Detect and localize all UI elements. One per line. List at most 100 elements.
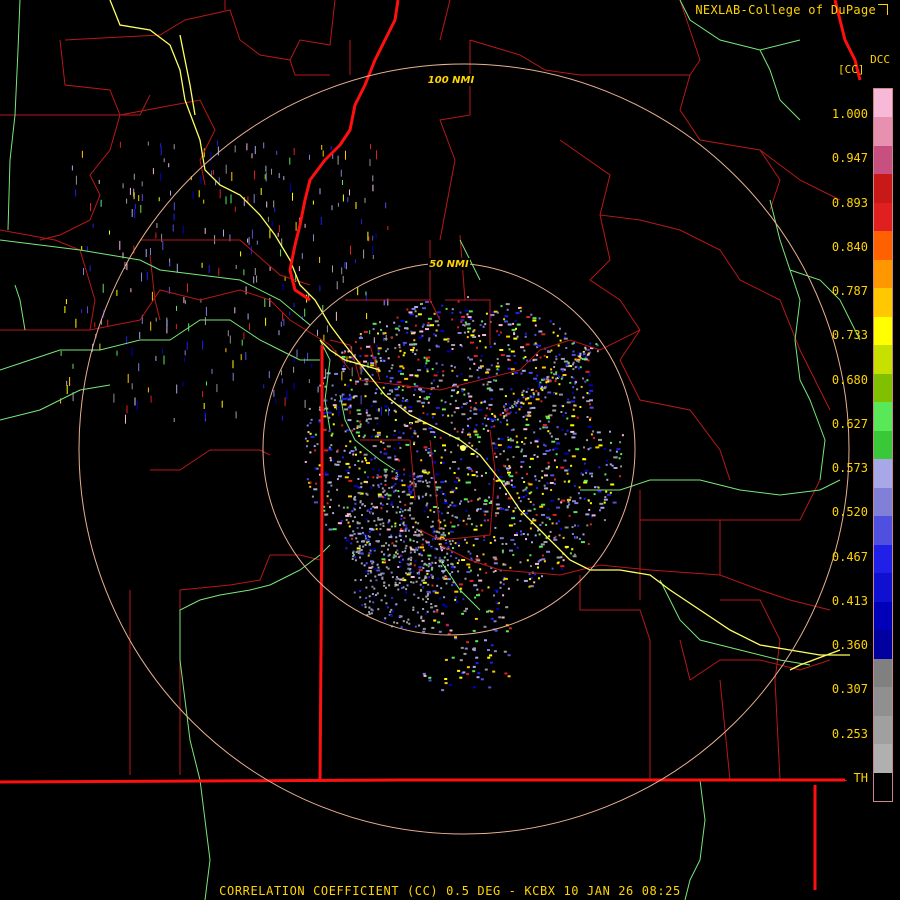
radar-echo-pixel [212, 169, 214, 175]
radar-echo-pixel [357, 532, 362, 535]
radar-echo-pixel [98, 179, 100, 184]
radar-echo-pixel [349, 379, 352, 382]
radar-echo-pixel [582, 354, 585, 357]
radar-echo-pixel [489, 661, 493, 664]
radar-echo-pixel [495, 514, 497, 517]
radar-echo-pixel [529, 565, 532, 568]
radar-echo-pixel [379, 528, 382, 530]
color-scale-tick-label: 0.787 [831, 284, 868, 299]
radar-echo-pixel [490, 426, 493, 429]
radar-echo-pixel [389, 377, 394, 380]
radar-echo-pixel [473, 362, 476, 365]
radar-echo-pixel [510, 539, 515, 541]
radar-echo-pixel [518, 496, 521, 499]
radar-echo-pixel [325, 368, 327, 378]
radar-echo-pixel [330, 484, 333, 487]
radar-echo-pixel [425, 328, 429, 331]
radar-echo-pixel [357, 413, 362, 415]
radar-echo-pixel [398, 532, 401, 535]
radar-echo-pixel [354, 502, 357, 505]
radar-echo-pixel [375, 579, 378, 582]
radar-echo-pixel [363, 453, 368, 456]
radar-echo-pixel [512, 392, 515, 395]
radar-echo-pixel [198, 190, 200, 198]
radar-echo-pixel [361, 460, 364, 463]
radar-echo-pixel [372, 445, 377, 448]
radar-echo-pixel [163, 158, 165, 163]
radar-echo-pixel [405, 443, 410, 446]
radar-echo-pixel [442, 527, 445, 530]
radar-echo-pixel [405, 591, 408, 594]
radar-echo-pixel [457, 669, 461, 672]
radar-echo-pixel [463, 331, 466, 334]
radar-echo-pixel [472, 665, 476, 668]
radar-echo-pixel [414, 374, 419, 377]
radar-echo-pixel [400, 626, 403, 629]
radar-echo-pixel [521, 477, 524, 479]
radar-echo-pixel [556, 506, 561, 509]
radar-echo-pixel [382, 491, 385, 494]
radar-echo-pixel [508, 627, 512, 630]
radar-echo-pixel [409, 568, 412, 570]
radar-echo-pixel [468, 468, 473, 471]
radar-echo-pixel [443, 519, 446, 522]
radar-echo-pixel [469, 579, 474, 582]
radar-echo-pixel [314, 449, 317, 452]
radar-echo-pixel [525, 343, 530, 346]
radar-echo-pixel [505, 414, 508, 417]
color-scale-tick-label: 0.573 [831, 461, 868, 476]
radar-echo-pixel [394, 581, 397, 584]
radar-echo-pixel [399, 565, 402, 568]
radar-echo-pixel [589, 523, 592, 526]
radar-echo-pixel [404, 406, 407, 409]
radar-echo-pixel [457, 300, 460, 303]
radar-echo-pixel [521, 448, 524, 451]
radar-echo-pixel [414, 310, 417, 313]
radar-echo-pixel [404, 377, 409, 380]
radar-echo-pixel [394, 522, 397, 525]
radar-echo-pixel [571, 415, 576, 418]
radar-echo-pixel [509, 359, 512, 362]
radar-echo-pixel [417, 495, 420, 498]
radar-echo-pixel [368, 530, 371, 533]
radar-echo-pixel [387, 456, 392, 459]
radar-echo-pixel [306, 445, 308, 448]
radar-echo-pixel [396, 506, 399, 509]
radar-echo-pixel [515, 532, 518, 535]
radar-echo-pixel [309, 481, 312, 484]
radar-echo-pixel [458, 519, 461, 522]
radar-echo-pixel [448, 683, 452, 686]
radar-echo-pixel [395, 603, 398, 606]
radar-echo-pixel [533, 377, 538, 380]
radar-echo-pixel [119, 240, 121, 250]
radar-echo-pixel [430, 382, 433, 385]
radar-echo-pixel [311, 495, 314, 498]
radar-echo-pixel [503, 318, 506, 321]
radar-echo-pixel [567, 398, 570, 401]
radar-echo-pixel [309, 451, 312, 454]
radar-echo-pixel [457, 332, 462, 334]
radar-echo-pixel [486, 383, 489, 386]
radar-echo-pixel [192, 191, 194, 200]
radar-echo-pixel [484, 499, 487, 502]
radar-echo-pixel [363, 434, 366, 437]
radar-echo-pixel [483, 417, 486, 420]
radar-echo-pixel [129, 187, 131, 195]
radar-echo-pixel [526, 490, 529, 493]
radar-echo-pixel [532, 393, 535, 396]
radar-echo-pixel [568, 449, 571, 452]
radar-echo-pixel [498, 324, 503, 327]
radar-echo-pixel [522, 389, 525, 392]
radar-echo-pixel [374, 435, 377, 438]
radar-echo-pixel [571, 548, 574, 551]
radar-echo-pixel [519, 310, 522, 313]
radar-echo-pixel [293, 366, 295, 373]
radar-echo-pixel [326, 325, 328, 333]
radar-echo-pixel [526, 559, 529, 562]
radar-echo-pixel [454, 590, 459, 593]
radar-echo-pixel [425, 541, 430, 544]
radar-echo-pixel [512, 456, 515, 458]
radar-echo-pixel [204, 410, 206, 419]
radar-echo-pixel [395, 540, 398, 543]
radar-echo-pixel [472, 670, 476, 673]
